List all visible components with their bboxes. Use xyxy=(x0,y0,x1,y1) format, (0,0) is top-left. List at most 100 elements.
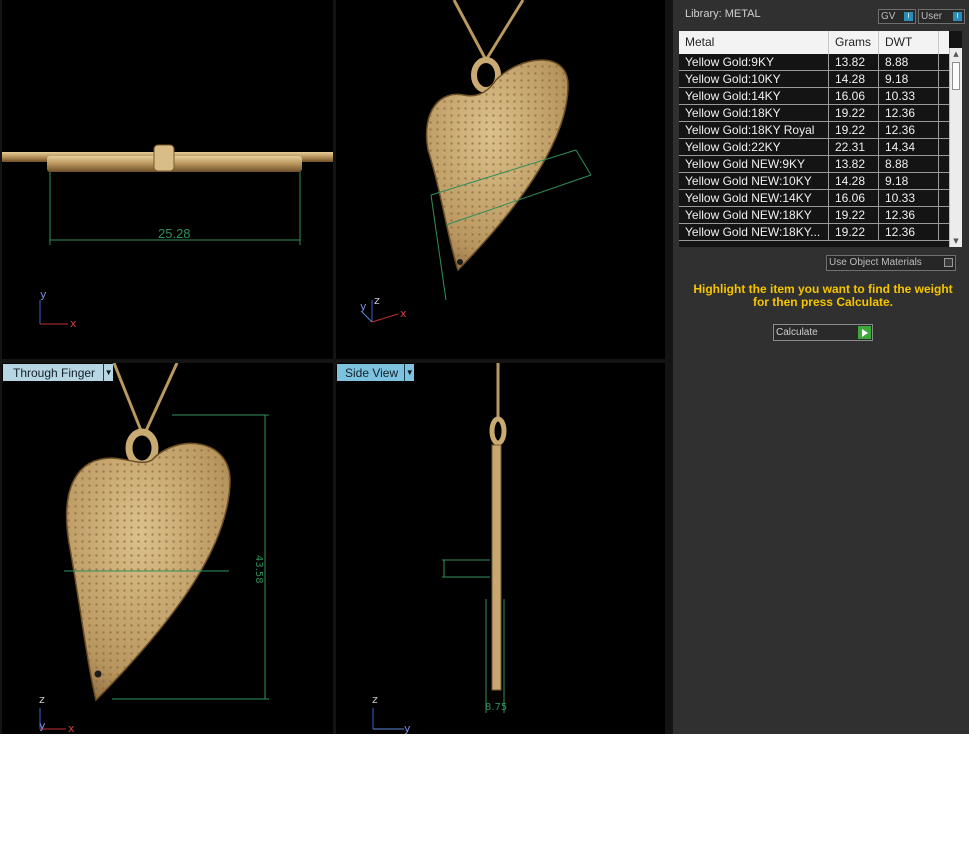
axis-z-label: z xyxy=(372,693,378,706)
gv-toggle-label: GV xyxy=(881,11,896,22)
viewport-label: Side View xyxy=(345,366,399,380)
pendant-texture xyxy=(426,60,568,270)
metal-cell: Yellow Gold NEW:18KY... xyxy=(679,224,829,240)
axis-y-label: y xyxy=(39,719,46,732)
grams-cell: 16.06 xyxy=(829,190,879,206)
dwt-cell: 9.18 xyxy=(879,173,939,189)
calculate-label: Calculate xyxy=(776,327,818,338)
dimension-text: 25.28 xyxy=(158,226,191,241)
scroll-up-icon[interactable]: ▲ xyxy=(950,48,962,60)
chevron-down-icon[interactable]: ▼ xyxy=(404,364,414,381)
axis-y-label: y xyxy=(40,288,47,301)
play-icon xyxy=(858,326,871,339)
grams-cell: 19.22 xyxy=(829,105,879,121)
axis-x-line xyxy=(371,313,399,323)
metal-cell: Yellow Gold:10KY xyxy=(679,71,829,87)
axis-y-label: y xyxy=(404,722,411,734)
weight-panel: Library: METAL GV I User I Metal Grams D… xyxy=(673,0,969,734)
use-object-materials-toggle[interactable]: Use Object Materials xyxy=(826,255,956,271)
bail-top xyxy=(153,144,175,172)
table-row[interactable]: Yellow Gold:18KY Royal 19.22 12.36 xyxy=(679,122,949,139)
pendant-side xyxy=(491,444,502,691)
table-row[interactable]: Yellow Gold:10KY 14.28 9.18 xyxy=(679,71,949,88)
gv-toggle[interactable]: GV I xyxy=(878,9,916,24)
bail xyxy=(125,428,159,468)
viewport-view-selector[interactable]: Through Finger ▼ xyxy=(3,364,114,381)
side-view-render: 8.75 z y xyxy=(372,363,507,734)
table-body: Yellow Gold:9KY 13.82 8.88 Yellow Gold:10KY… xyxy=(679,54,949,241)
grams-cell: 16.06 xyxy=(829,88,879,104)
metal-cell: Yellow Gold:18KY xyxy=(679,105,829,121)
table-row[interactable]: Yellow Gold:18KY 19.22 12.36 xyxy=(679,105,949,122)
table-header: Metal Grams DWT xyxy=(679,31,949,54)
axis-z-label: z xyxy=(39,693,45,706)
viewport-view-selector[interactable]: Side View ▼ xyxy=(337,364,415,381)
dwt-cell: 12.36 xyxy=(879,122,939,138)
dwt-cell: 12.36 xyxy=(879,224,939,240)
dwt-cell: 12.36 xyxy=(879,207,939,223)
column-header-dwt[interactable]: DWT xyxy=(879,31,939,54)
metal-cell: Yellow Gold:22KY xyxy=(679,139,829,155)
dimension-text: 8.75 xyxy=(485,702,507,713)
metal-table[interactable]: Metal Grams DWT Yellow Gold:9KY 13.82 8.88… xyxy=(679,31,962,247)
grams-cell: 19.22 xyxy=(829,207,879,223)
grams-cell: 13.82 xyxy=(829,54,879,70)
axis-x-label: x xyxy=(68,722,75,734)
metal-cell: Yellow Gold NEW:18KY xyxy=(679,207,829,223)
table-row[interactable]: Yellow Gold:9KY 13.82 8.88 xyxy=(679,54,949,71)
viewport-through-finger[interactable]: 43.58 z y x Through Finger ▼ xyxy=(2,363,333,734)
pendant-hole xyxy=(457,259,463,265)
viewport-side-view[interactable]: 8.75 z y Side View ▼ xyxy=(336,363,665,734)
table-row[interactable]: Yellow Gold:22KY 22.31 14.34 xyxy=(679,139,949,156)
scrollbar-thumb[interactable] xyxy=(952,62,960,90)
column-header-metal[interactable]: Metal xyxy=(679,31,829,54)
grams-cell: 13.82 xyxy=(829,156,879,172)
metal-cell: Yellow Gold NEW:9KY xyxy=(679,156,829,172)
table-row[interactable]: Yellow Gold NEW:18KY 19.22 12.36 xyxy=(679,207,949,224)
dwt-cell: 14.34 xyxy=(879,139,939,155)
dimension-text: 43.58 xyxy=(253,555,264,584)
table-row[interactable]: Yellow Gold NEW:10KY 14.28 9.18 xyxy=(679,173,949,190)
grams-cell: 14.28 xyxy=(829,173,879,189)
grams-cell: 14.28 xyxy=(829,71,879,87)
metal-cell: Yellow Gold NEW:14KY xyxy=(679,190,829,206)
dwt-cell: 8.88 xyxy=(879,156,939,172)
top-view-render: 25.28 y x xyxy=(2,144,333,330)
grams-cell: 19.22 xyxy=(829,122,879,138)
column-header-grams[interactable]: Grams xyxy=(829,31,879,54)
calculate-button[interactable]: Calculate xyxy=(773,324,873,341)
dwt-cell: 10.33 xyxy=(879,88,939,104)
chevron-down-icon[interactable]: ▼ xyxy=(103,364,113,381)
dwt-cell: 9.18 xyxy=(879,71,939,87)
front-view-render: 43.58 z y x xyxy=(39,363,269,734)
table-scrollbar[interactable]: ▲ ▼ xyxy=(949,48,962,247)
metal-cell: Yellow Gold:14KY xyxy=(679,88,829,104)
table-row[interactable]: Yellow Gold NEW:14KY 16.06 10.33 xyxy=(679,190,949,207)
toggle-switch-icon: I xyxy=(953,12,962,21)
viewport-top-right[interactable]: z y x xyxy=(336,0,665,359)
viewport-top-left[interactable]: 25.28 y x xyxy=(2,0,333,359)
chain xyxy=(112,363,179,434)
table-row[interactable]: Yellow Gold NEW:18KY... 19.22 12.36 xyxy=(679,224,949,241)
table-row[interactable]: Yellow Gold NEW:9KY 13.82 8.88 xyxy=(679,156,949,173)
metal-cell: Yellow Gold NEW:10KY xyxy=(679,173,829,189)
checkbox-icon[interactable] xyxy=(944,258,953,267)
chain xyxy=(452,0,525,61)
table-row[interactable]: Yellow Gold:14KY 16.06 10.33 xyxy=(679,88,949,105)
axis-x-label: x xyxy=(70,317,77,330)
dwt-cell: 10.33 xyxy=(879,190,939,206)
dwt-cell: 12.36 xyxy=(879,105,939,121)
instruction-text: Highlight the item you want to find the … xyxy=(693,282,953,309)
toggle-switch-icon: I xyxy=(904,12,913,21)
bail xyxy=(489,416,507,446)
grams-cell: 22.31 xyxy=(829,139,879,155)
pendant-texture xyxy=(66,443,231,700)
user-toggle[interactable]: User I xyxy=(918,9,965,24)
dwt-cell: 8.88 xyxy=(879,54,939,70)
axis-y-line xyxy=(361,311,373,323)
user-toggle-label: User xyxy=(921,11,943,22)
grams-cell: 19.22 xyxy=(829,224,879,240)
app-window: 25.28 y x z y x 43.58 z y x Through Fing… xyxy=(0,0,969,734)
scroll-down-icon[interactable]: ▼ xyxy=(950,235,962,247)
pendant-hole xyxy=(94,670,102,678)
